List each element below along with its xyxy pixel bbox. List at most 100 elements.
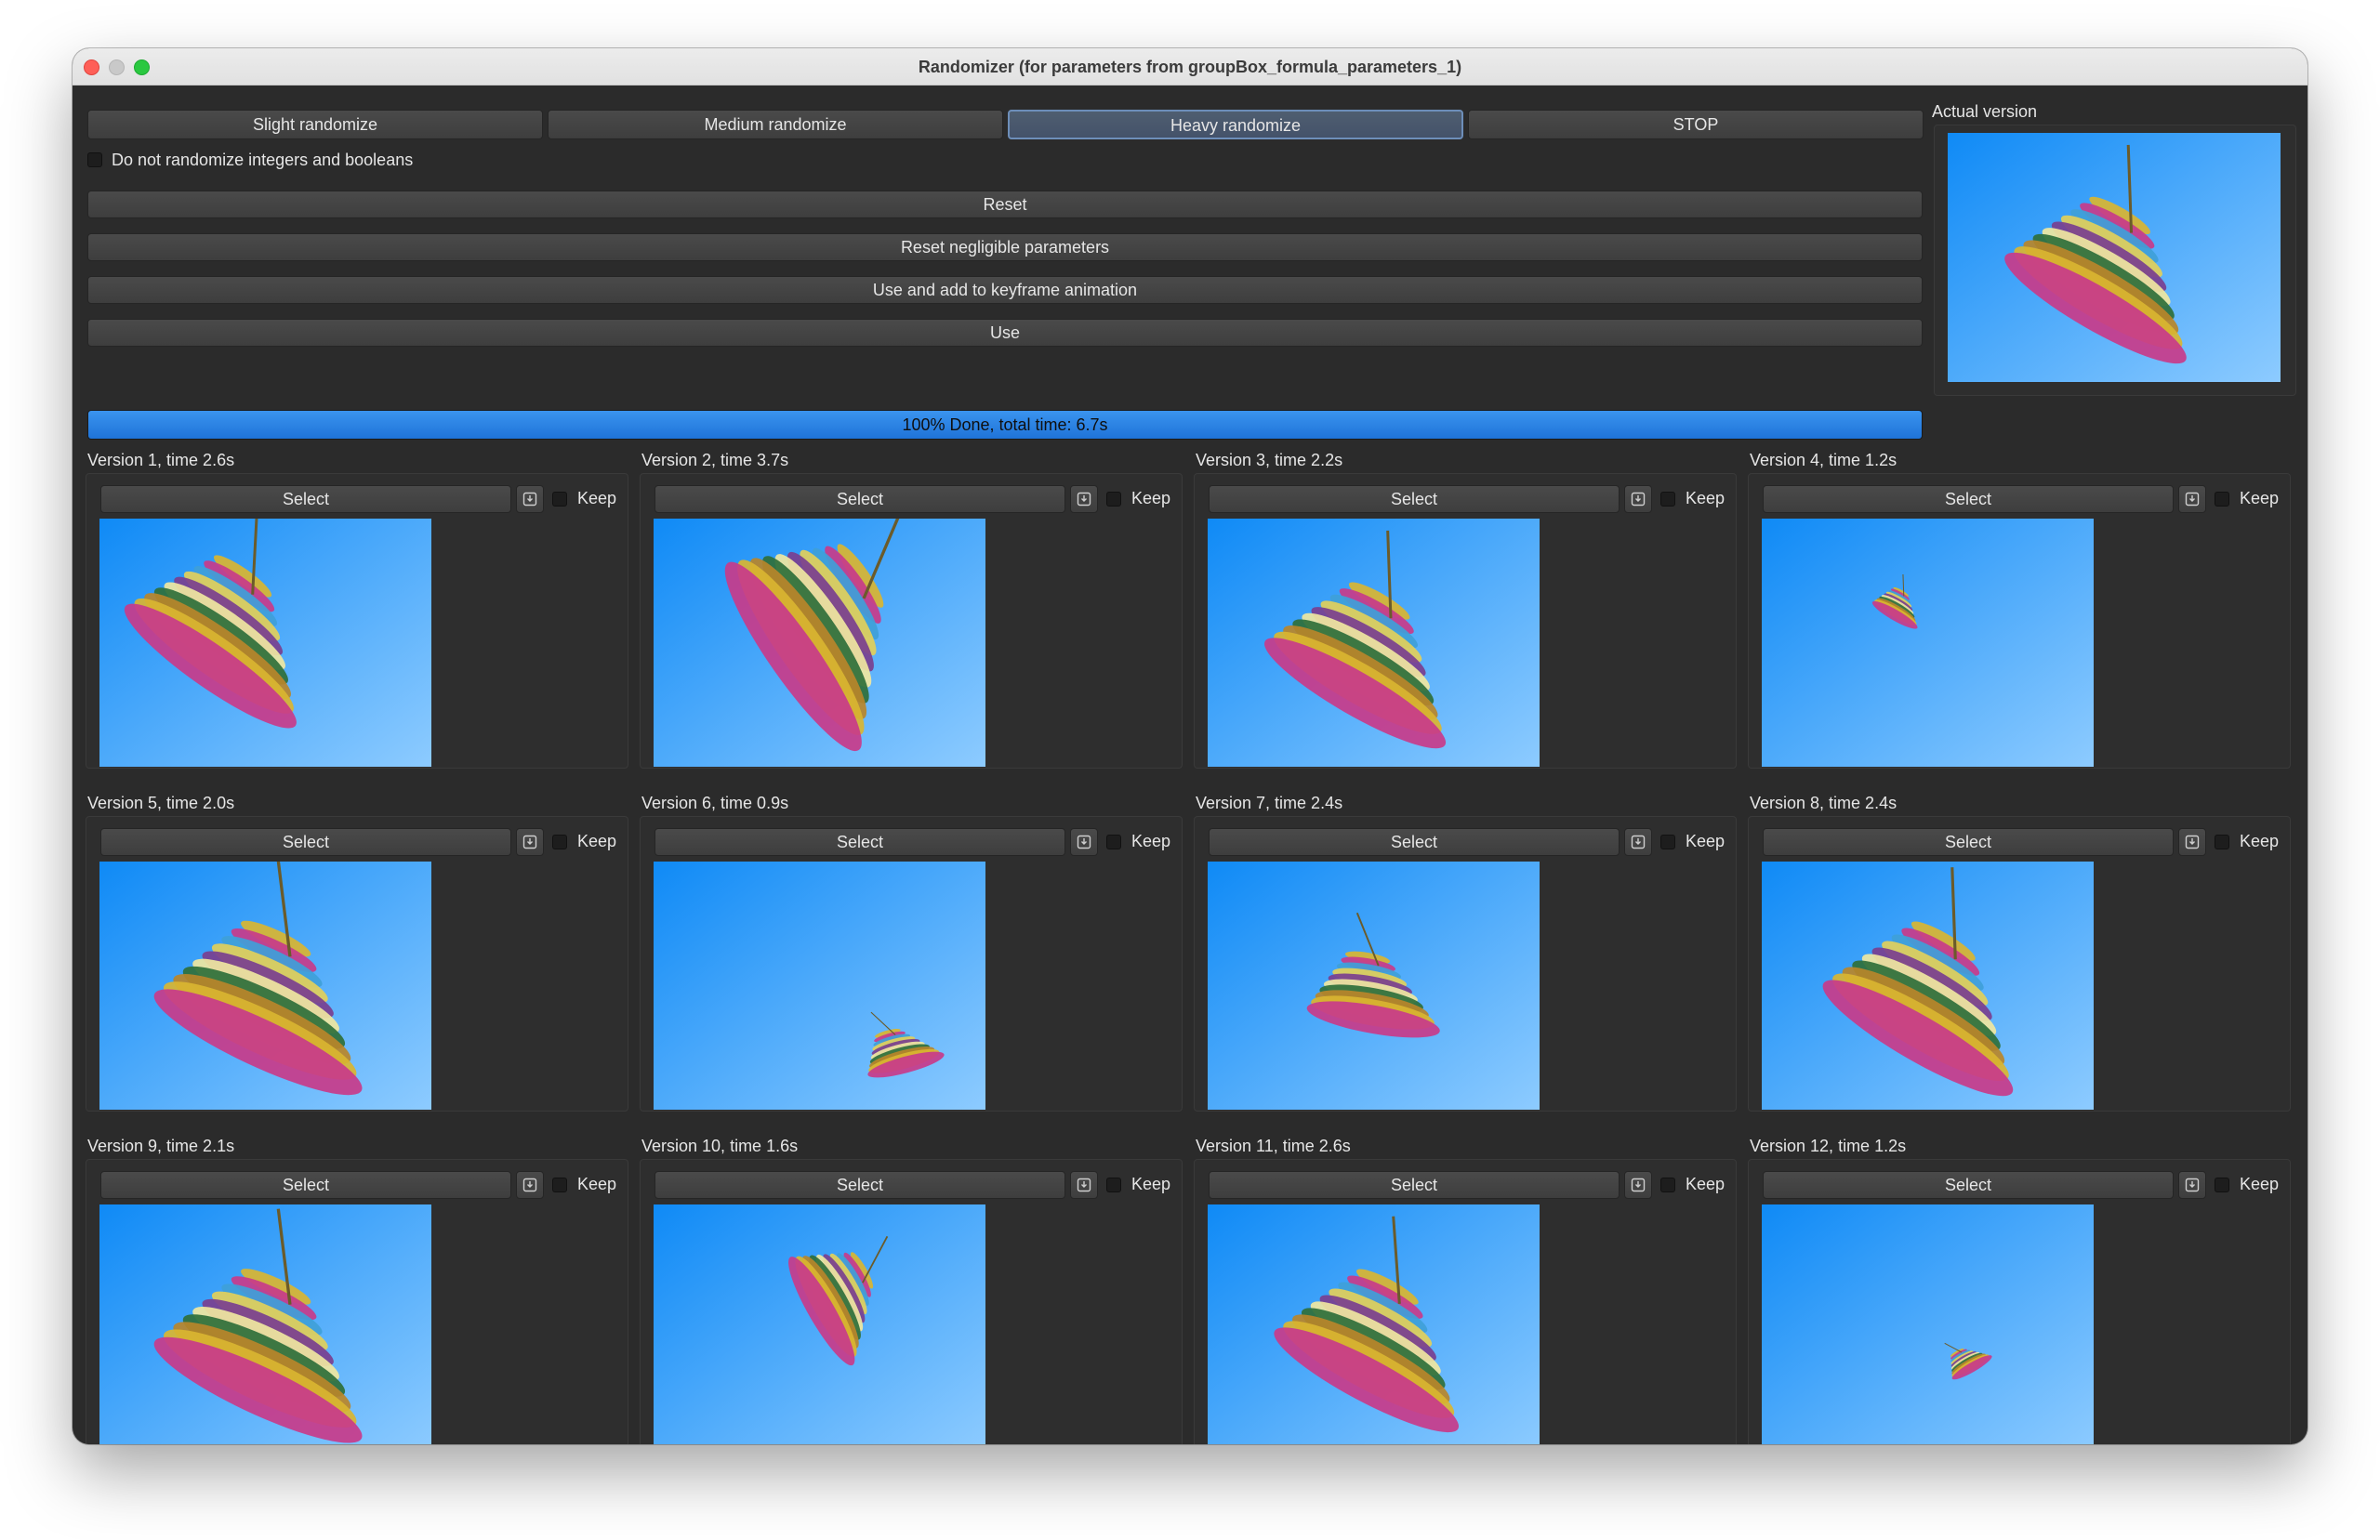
keep-label: Keep <box>1686 1175 1726 1193</box>
fractal-render <box>99 1204 431 1444</box>
keep-label: Keep <box>577 832 617 850</box>
version-card: Select Keep <box>1194 473 1737 769</box>
use-button[interactable]: Use <box>87 319 1923 347</box>
keep-label: Keep <box>2240 832 2280 850</box>
save-version-button[interactable] <box>1070 1171 1098 1199</box>
keep-label: Keep <box>1131 832 1171 850</box>
version-label: Version 6, time 0.9s <box>641 794 789 812</box>
version-card: Select Keep <box>1748 1159 2291 1444</box>
save-version-button[interactable] <box>516 485 544 513</box>
select-version-button[interactable]: Select <box>1209 828 1620 856</box>
save-version-button[interactable] <box>2178 485 2206 513</box>
keep-checkbox[interactable] <box>552 492 567 507</box>
save-icon <box>1631 1178 1646 1192</box>
select-version-button[interactable]: Select <box>100 1171 511 1199</box>
keep-checkbox[interactable] <box>1660 835 1675 849</box>
save-icon <box>1631 492 1646 507</box>
select-version-button[interactable]: Select <box>654 485 1065 513</box>
select-version-button[interactable]: Select <box>1763 828 2174 856</box>
fractal-render <box>654 1204 985 1444</box>
version-preview <box>1762 862 2094 1110</box>
version-preview <box>1208 1204 1540 1444</box>
progress-text: 100% Done, total time: 6.7s <box>902 415 1108 434</box>
stop-button[interactable]: STOP <box>1468 110 1924 139</box>
keep-checkbox[interactable] <box>552 835 567 849</box>
select-version-button[interactable]: Select <box>1763 1171 2174 1199</box>
version-label: Version 8, time 2.4s <box>1750 794 1897 812</box>
randomizer-window: Randomizer (for parameters from groupBox… <box>73 48 2307 1444</box>
use-add-keyframe-button[interactable]: Use and add to keyframe animation <box>87 276 1923 304</box>
save-version-button[interactable] <box>1624 1171 1652 1199</box>
version-label: Version 9, time 2.1s <box>87 1137 235 1155</box>
fractal-render <box>1948 133 2281 382</box>
title-bar: Randomizer (for parameters from groupBox… <box>73 48 2307 86</box>
version-card: Select Keep <box>640 816 1183 1112</box>
keep-label: Keep <box>1131 489 1171 507</box>
reset-negligible-button[interactable]: Reset negligible parameters <box>87 233 1923 261</box>
select-version-button[interactable]: Select <box>100 485 511 513</box>
version-preview <box>99 519 431 767</box>
keep-checkbox[interactable] <box>552 1178 567 1192</box>
save-icon <box>2185 492 2200 507</box>
keep-checkbox[interactable] <box>1106 1178 1121 1192</box>
keep-label: Keep <box>1686 832 1726 850</box>
heavy-randomize-button[interactable]: Heavy randomize <box>1008 110 1463 139</box>
fractal-render <box>654 862 985 1110</box>
reset-button[interactable]: Reset <box>87 191 1923 218</box>
save-version-button[interactable] <box>1070 828 1098 856</box>
keep-checkbox[interactable] <box>1106 492 1121 507</box>
save-icon <box>522 835 537 849</box>
save-icon <box>2185 1178 2200 1192</box>
version-preview <box>654 1204 985 1444</box>
version-label: Version 2, time 3.7s <box>641 451 789 469</box>
actual-version-label: Actual version <box>1932 102 2038 121</box>
version-label: Version 11, time 2.6s <box>1196 1137 1351 1155</box>
keep-checkbox[interactable] <box>2215 492 2229 507</box>
medium-randomize-button[interactable]: Medium randomize <box>548 110 1003 139</box>
select-version-button[interactable]: Select <box>654 828 1065 856</box>
version-label: Version 5, time 2.0s <box>87 794 235 812</box>
save-version-button[interactable] <box>1070 485 1098 513</box>
save-version-button[interactable] <box>2178 1171 2206 1199</box>
version-card: Select Keep <box>640 473 1183 769</box>
fractal-render <box>1762 862 2094 1110</box>
no-int-bool-checkbox[interactable] <box>87 152 102 167</box>
version-preview <box>1762 519 2094 767</box>
keep-label: Keep <box>577 489 617 507</box>
keep-checkbox[interactable] <box>1106 835 1121 849</box>
keep-checkbox[interactable] <box>1660 1178 1675 1192</box>
randomizer-content: Slight randomize Medium randomize Heavy … <box>73 86 2307 1444</box>
fractal-render <box>1208 519 1540 767</box>
save-icon <box>2185 835 2200 849</box>
keep-checkbox[interactable] <box>1660 492 1675 507</box>
fractal-render <box>654 519 985 767</box>
keep-checkbox[interactable] <box>2215 835 2229 849</box>
version-card: Select Keep <box>86 816 628 1112</box>
version-card: Select Keep <box>86 473 628 769</box>
save-version-button[interactable] <box>516 828 544 856</box>
keep-label: Keep <box>2240 489 2280 507</box>
keep-label: Keep <box>577 1175 617 1193</box>
keep-checkbox[interactable] <box>2215 1178 2229 1192</box>
select-version-button[interactable]: Select <box>1763 485 2174 513</box>
keep-label: Keep <box>1686 489 1726 507</box>
select-version-button[interactable]: Select <box>1209 485 1620 513</box>
save-icon <box>1077 835 1091 849</box>
select-version-button[interactable]: Select <box>100 828 511 856</box>
keep-label: Keep <box>2240 1175 2280 1193</box>
save-icon <box>522 492 537 507</box>
version-card: Select Keep <box>1194 1159 1737 1444</box>
fractal-render <box>1208 1204 1540 1444</box>
save-version-button[interactable] <box>1624 485 1652 513</box>
slight-randomize-button[interactable]: Slight randomize <box>87 110 543 139</box>
version-label: Version 10, time 1.6s <box>641 1137 799 1155</box>
save-version-button[interactable] <box>516 1171 544 1199</box>
save-icon <box>1631 835 1646 849</box>
select-version-button[interactable]: Select <box>654 1171 1065 1199</box>
save-version-button[interactable] <box>2178 828 2206 856</box>
version-label: Version 3, time 2.2s <box>1196 451 1343 469</box>
version-label: Version 12, time 1.2s <box>1750 1137 1907 1155</box>
version-card: Select Keep <box>1194 816 1737 1112</box>
select-version-button[interactable]: Select <box>1209 1171 1620 1199</box>
save-version-button[interactable] <box>1624 828 1652 856</box>
